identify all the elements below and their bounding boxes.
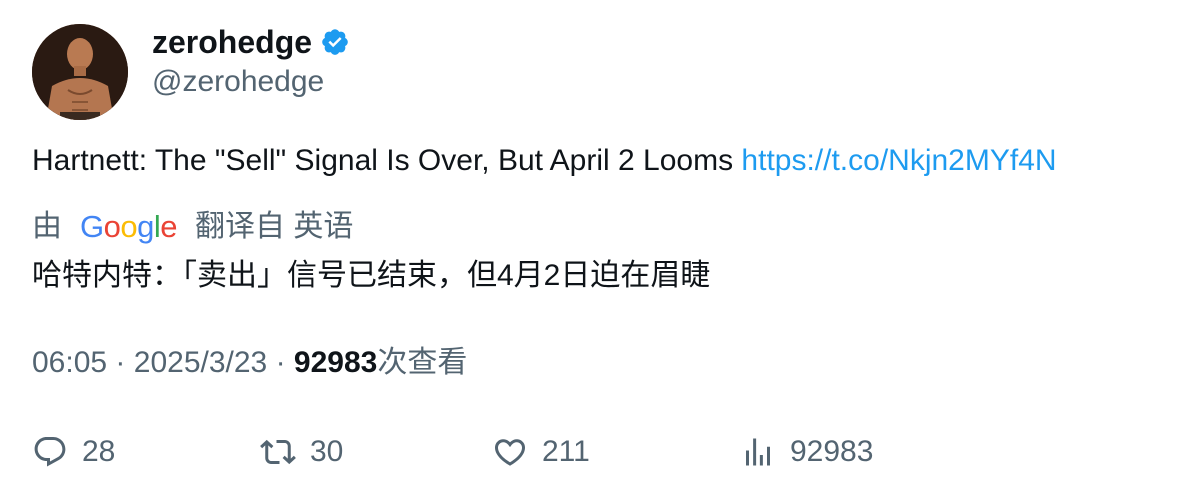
views-button[interactable]: 92983: [740, 430, 873, 474]
avatar[interactable]: [32, 24, 128, 120]
display-name-text[interactable]: zerohedge: [152, 22, 312, 62]
tweet-link[interactable]: https://t.co/Nkjn2MYf4N: [741, 144, 1056, 177]
reply-count: 28: [82, 435, 116, 468]
meta-separator: ·: [275, 346, 286, 379]
google-logo: Google: [80, 209, 178, 244]
like-count: 211: [542, 435, 590, 468]
tweet-date[interactable]: 2025/3/23: [134, 346, 267, 379]
reply-icon: [34, 437, 66, 467]
author-handle[interactable]: @zerohedge: [152, 62, 324, 102]
retweet-icon: [260, 439, 296, 465]
translated-from-label: 翻译自 英语: [195, 210, 354, 243]
retweet-count: 30: [310, 435, 344, 468]
verified-badge-icon: [322, 29, 348, 55]
heart-icon: [494, 439, 526, 466]
meta-separator: ·: [115, 346, 126, 379]
tweet-body: Hartnett: The "Sell" Signal Is Over, But…: [32, 144, 742, 177]
views-action-count: 92983: [790, 435, 874, 468]
translated-text: 哈特内特：「卖出」信号已结束，但4月2日迫在眉睫: [32, 259, 711, 292]
translation-attribution[interactable]: 由 Google 翻译自 英语: [32, 206, 353, 248]
user-avatar-icon: [32, 24, 128, 120]
views-count: 92983: [293, 346, 378, 379]
tweet-text: Hartnett: The "Sell" Signal Is Over, But…: [32, 140, 1057, 182]
like-button[interactable]: 211: [492, 430, 590, 474]
tweet-meta: 06:05 · 2025/3/23 · 92983次查看: [32, 342, 467, 384]
reply-button[interactable]: 28: [32, 430, 115, 474]
translated-by-label: 由: [32, 210, 62, 243]
views-label: 次查看: [377, 346, 468, 379]
action-bar: 28 30 211 92983: [32, 430, 1132, 474]
tweet-time[interactable]: 06:05: [32, 346, 107, 379]
author-display-name[interactable]: zerohedge: [152, 22, 350, 62]
analytics-icon: [746, 438, 770, 466]
retweet-button[interactable]: 30: [260, 430, 343, 474]
